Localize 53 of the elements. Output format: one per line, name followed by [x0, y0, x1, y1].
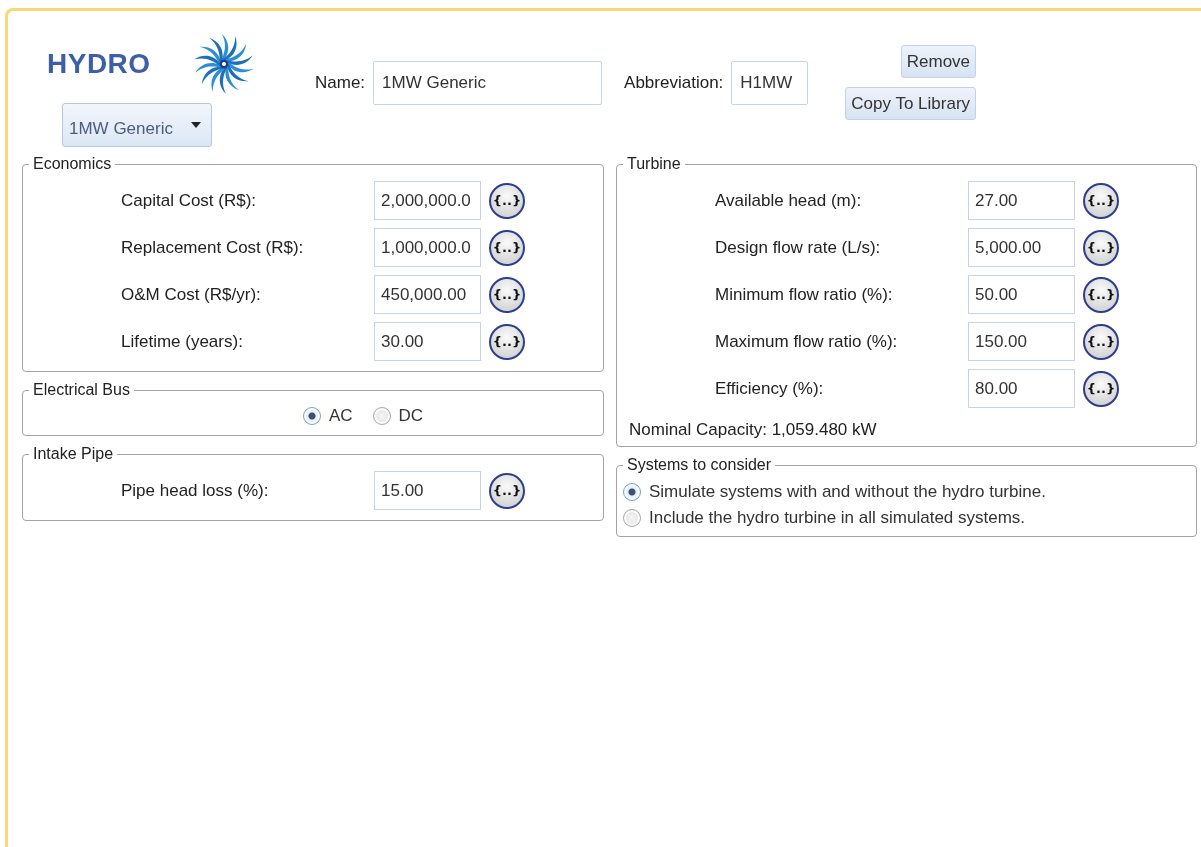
input-field[interactable]: 50.00	[968, 275, 1075, 314]
sensitivity-button[interactable]: {..}	[1083, 276, 1119, 313]
panel-title: Economics	[32, 155, 113, 173]
input-field[interactable]: 30.00	[374, 322, 481, 361]
field-label: Replacement Cost (R$):	[121, 237, 305, 258]
panel-title: Systems to consider	[626, 456, 773, 474]
radio-icon[interactable]	[372, 407, 391, 425]
field-label: Available head (m):	[715, 190, 863, 211]
field-label: Efficiency (%):	[715, 378, 825, 399]
radio-option[interactable]: Simulate systems with and without the hydro turbine.	[623, 482, 1196, 502]
input-field[interactable]: 2,000,000.0	[374, 181, 481, 220]
sensitivity-button[interactable]: {..}	[1083, 182, 1119, 219]
field-label: Design flow rate (L/s):	[715, 237, 882, 258]
radio-option[interactable]: AC	[302, 406, 353, 426]
radio-option[interactable]: DC	[372, 406, 424, 426]
panel-title: Turbine	[626, 155, 682, 173]
sensitivity-button[interactable]: {..}	[1083, 229, 1119, 266]
input-field[interactable]: 150.00	[968, 322, 1075, 361]
radio-option[interactable]: Include the hydro turbine in all simulated systems.	[623, 508, 1196, 528]
name-field[interactable]: 1MW Generic	[373, 61, 603, 105]
field-label: Maximum flow ratio (%):	[715, 331, 899, 352]
input-field[interactable]: 80.00	[968, 369, 1075, 408]
input-field[interactable]: 1,000,000.0	[374, 228, 481, 267]
field-label: O&M Cost (R$/yr):	[121, 284, 262, 305]
radio-icon[interactable]	[302, 407, 321, 425]
caret-icon	[191, 122, 201, 128]
sensitivity-button[interactable]: {..}	[1083, 370, 1119, 407]
input-field[interactable]: 15.00	[374, 471, 481, 510]
name-label: Name:	[315, 73, 366, 93]
preset-dropdown[interactable]: 1MW Generic	[62, 103, 212, 147]
sensitivity-button[interactable]: {..}	[489, 276, 525, 313]
sensitivity-button[interactable]: {..}	[489, 229, 525, 266]
sensitivity-button[interactable]: {..}	[489, 323, 525, 360]
input-field[interactable]: 450,000.00	[374, 275, 481, 314]
nominal-capacity: Nominal Capacity: 1,059.480 kW	[628, 419, 878, 440]
panel-title: Intake Pipe	[32, 445, 115, 463]
radio-icon[interactable]	[623, 483, 641, 501]
sensitivity-button[interactable]: {..}	[1083, 323, 1119, 360]
app-title: HYDRO	[47, 48, 151, 80]
field-label: Minimum flow ratio (%):	[715, 284, 894, 305]
copy-button[interactable]: Copy To Library	[845, 87, 977, 120]
field-label: Capital Cost (R$):	[121, 190, 258, 211]
radio-icon[interactable]	[623, 509, 641, 527]
field-label: Lifetime (years):	[121, 331, 244, 352]
abbreviation-field[interactable]: H1MW	[731, 61, 809, 105]
sensitivity-button[interactable]: {..}	[489, 182, 525, 219]
remove-button[interactable]: Remove	[900, 45, 977, 78]
panel-title: Electrical Bus	[32, 381, 131, 399]
input-field[interactable]: 5,000.00	[968, 228, 1075, 267]
input-field[interactable]: 27.00	[968, 181, 1075, 220]
field-label: Pipe head loss (%):	[121, 480, 270, 501]
abbreviation-label: Abbreviation:	[624, 73, 724, 93]
sensitivity-button[interactable]: {..}	[489, 472, 525, 509]
